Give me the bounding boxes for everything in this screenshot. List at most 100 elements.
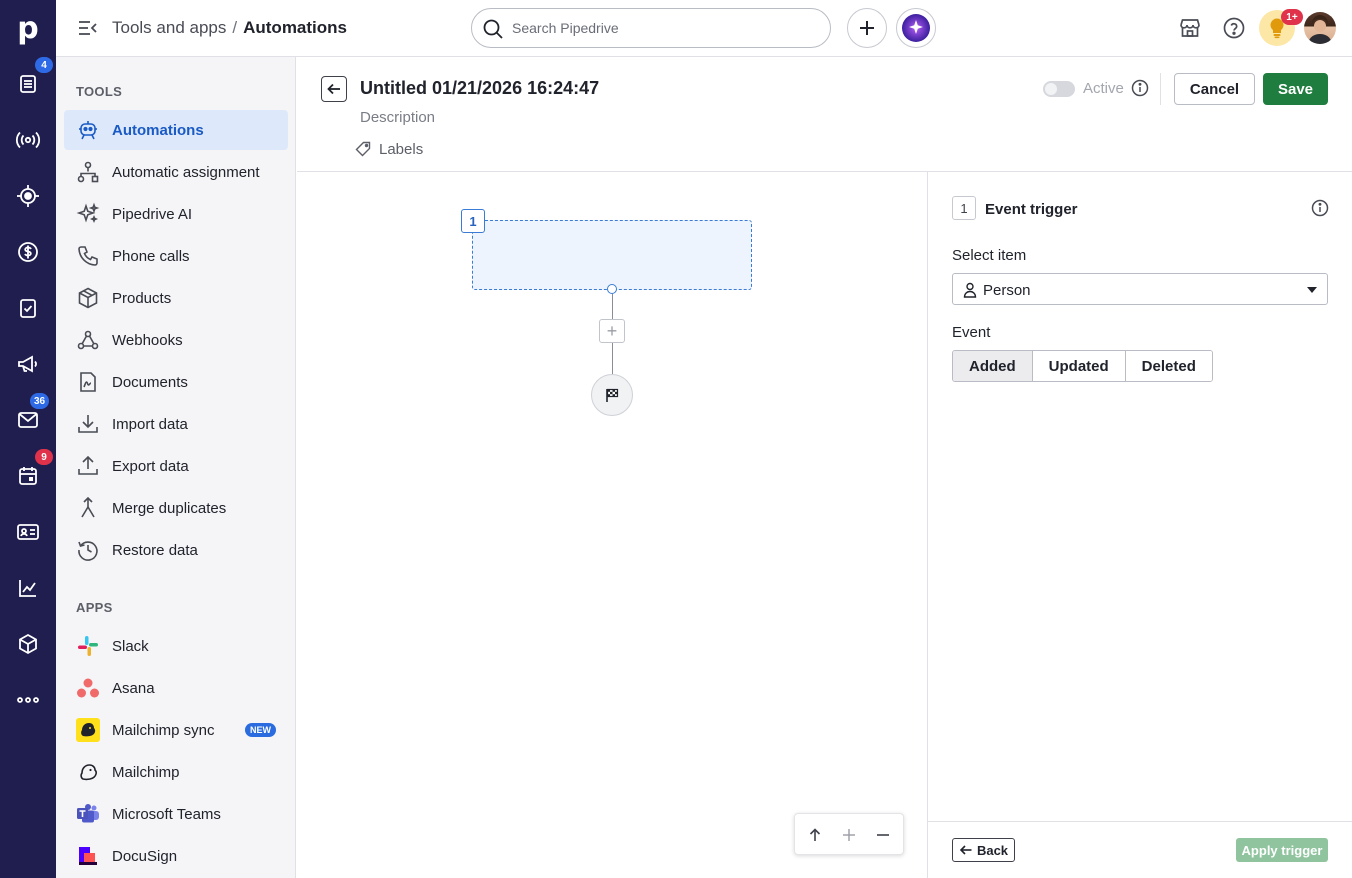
rail-products[interactable] xyxy=(0,624,56,664)
end-node xyxy=(591,374,633,416)
active-toggle[interactable] xyxy=(1043,81,1075,97)
cancel-button[interactable]: Cancel xyxy=(1174,73,1255,105)
zoom-controls xyxy=(794,813,904,855)
description-field[interactable]: Description xyxy=(360,109,435,126)
sidebar-item-merge-duplicates[interactable]: Merge duplicates xyxy=(64,488,288,528)
apply-trigger-button[interactable]: Apply trigger xyxy=(1236,838,1328,862)
ai-assistant-button[interactable] xyxy=(896,8,936,48)
sidebar-item-products[interactable]: Products xyxy=(64,278,288,318)
tools-section-title: TOOLS xyxy=(76,84,123,99)
trigger-node-placeholder[interactable] xyxy=(472,220,752,290)
rail-insights[interactable] xyxy=(0,568,56,608)
sidebar-item-docusign[interactable]: DocuSign xyxy=(64,836,288,876)
sidebar-item-label: Slack xyxy=(112,637,149,655)
sidebar-item-label: Microsoft Teams xyxy=(112,805,221,823)
workflow-canvas[interactable]: 1 + xyxy=(297,172,927,878)
sidebar-item-label: Automatic assignment xyxy=(112,163,260,181)
panel-back-label: Back xyxy=(976,842,1009,858)
sidebar-item-mailchimp-sync[interactable]: Mailchimp sync NEW xyxy=(64,710,288,750)
rail-more[interactable] xyxy=(0,680,56,720)
sidebar-item-label: Products xyxy=(112,289,172,307)
panel-info[interactable] xyxy=(1311,199,1329,217)
plus-icon xyxy=(843,829,855,841)
recenter-button[interactable] xyxy=(803,823,827,847)
automation-header: Untitled 01/21/2026 16:24:47 Description… xyxy=(297,57,1352,172)
box-icon xyxy=(76,286,100,310)
search-input[interactable] xyxy=(512,17,812,39)
upload-icon xyxy=(76,454,100,478)
store-icon xyxy=(1180,19,1200,37)
download-icon xyxy=(76,412,100,436)
search-box[interactable] xyxy=(471,8,831,48)
rail-contacts[interactable] xyxy=(0,512,56,552)
rail-activities[interactable] xyxy=(0,288,56,328)
add-step-button[interactable]: + xyxy=(599,319,625,343)
sidebar-item-label: Webhooks xyxy=(112,331,183,349)
rail-deals[interactable] xyxy=(0,176,56,216)
panel-back-button[interactable]: Back xyxy=(952,838,1015,862)
quick-add-button[interactable] xyxy=(847,8,887,48)
event-label: Event xyxy=(952,324,991,341)
automation-title[interactable]: Untitled 01/21/2026 16:24:47 xyxy=(360,78,599,99)
rail-revenue[interactable] xyxy=(0,232,56,272)
box-icon xyxy=(19,633,37,655)
sidebar-item-mailchimp[interactable]: Mailchimp xyxy=(64,752,288,792)
sidebar-item-slack[interactable]: Slack xyxy=(64,626,288,666)
sidebar-item-webhooks[interactable]: Webhooks xyxy=(64,320,288,360)
ai-sparkle-icon xyxy=(902,14,930,42)
active-info[interactable] xyxy=(1131,79,1149,97)
rail-campaigns[interactable] xyxy=(0,120,56,160)
search-icon xyxy=(483,19,503,39)
back-button[interactable] xyxy=(321,76,347,102)
plus-icon xyxy=(860,21,874,35)
sidebar-item-label: Export data xyxy=(112,457,189,475)
sidebar-item-label: Import data xyxy=(112,415,188,433)
avatar-image-icon xyxy=(1308,15,1332,44)
sidebar-item-automatic-assignment[interactable]: Automatic assignment xyxy=(64,152,288,192)
sidebar-item-restore-data[interactable]: Restore data xyxy=(64,530,288,570)
labels-button[interactable]: Labels xyxy=(355,139,423,159)
pipedrive-logo[interactable]: p xyxy=(0,0,56,56)
save-button[interactable]: Save xyxy=(1263,73,1328,105)
sidebar-item-import-data[interactable]: Import data xyxy=(64,404,288,444)
select-item-value: Person xyxy=(983,282,1031,299)
leads-badge: 4 xyxy=(35,57,53,73)
select-item-dropdown[interactable]: Person xyxy=(952,273,1328,305)
sidebar-item-automations[interactable]: Automations xyxy=(64,110,288,150)
sidebar-item-export-data[interactable]: Export data xyxy=(64,446,288,486)
sidebar-item-label: Phone calls xyxy=(112,247,190,265)
zoom-in-button[interactable] xyxy=(837,823,861,847)
active-label: Active xyxy=(1083,80,1124,97)
sidebar-item-label: DocuSign xyxy=(112,847,178,865)
rail-campaigns-megaphone[interactable] xyxy=(0,344,56,384)
user-avatar[interactable] xyxy=(1304,12,1336,44)
breadcrumb-parent[interactable]: Tools and apps xyxy=(112,18,226,37)
assignment-hierarchy-icon xyxy=(76,160,100,184)
rail-mail[interactable] xyxy=(0,400,56,440)
sidebar-item-phone-calls[interactable]: Phone calls xyxy=(64,236,288,276)
help-button[interactable] xyxy=(1222,16,1246,40)
zoom-out-button[interactable] xyxy=(871,823,895,847)
sidebar-item-label: Merge duplicates xyxy=(112,499,227,517)
main-nav-rail: p 4 36 9 xyxy=(0,0,56,878)
menu-collapse-icon xyxy=(79,21,97,35)
menu-collapse-toggle[interactable] xyxy=(76,16,100,40)
slack-icon xyxy=(76,634,100,658)
breadcrumb-current: Automations xyxy=(243,18,347,37)
event-deleted-button[interactable]: Deleted xyxy=(1125,351,1212,381)
event-added-button[interactable]: Added xyxy=(953,351,1033,381)
sidebar-item-asana[interactable]: Asana xyxy=(64,668,288,708)
sidebar-item-microsoft-teams[interactable]: Microsoft Teams xyxy=(64,794,288,834)
microsoft-teams-icon xyxy=(76,802,100,826)
sidebar-item-label: Mailchimp sync xyxy=(112,721,215,739)
notification-badge: 1+ xyxy=(1281,9,1303,25)
marketplace-button[interactable] xyxy=(1178,16,1202,40)
sidebar-item-documents[interactable]: Documents xyxy=(64,362,288,402)
megaphone-icon xyxy=(18,355,37,373)
sidebar-item-pipedrive-ai[interactable]: Pipedrive AI xyxy=(64,194,288,234)
step-number: 1 xyxy=(952,196,976,220)
connector-dot[interactable] xyxy=(607,284,617,294)
apps-section-title: APPS xyxy=(76,600,113,615)
event-updated-button[interactable]: Updated xyxy=(1032,351,1126,381)
webhook-icon xyxy=(76,328,100,352)
